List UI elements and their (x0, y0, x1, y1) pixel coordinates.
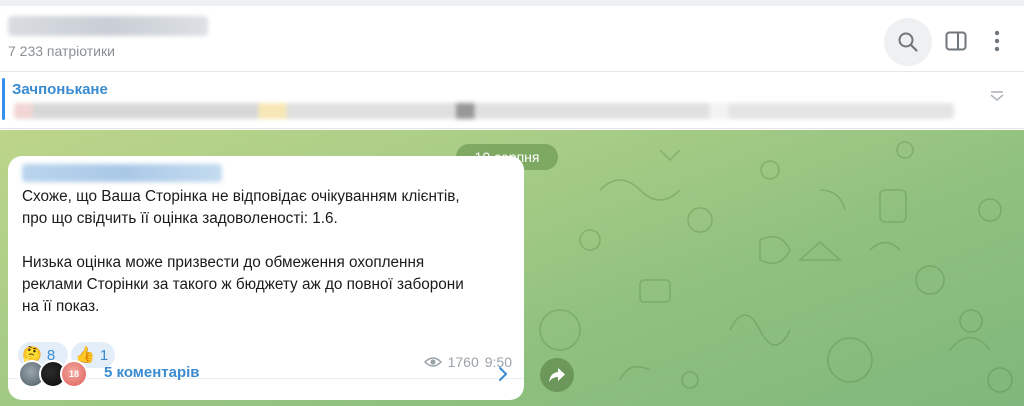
commenter-avatars: 18 (18, 360, 98, 388)
search-icon (898, 32, 918, 52)
pinned-preview (14, 103, 954, 119)
chat-header: 7 233 патріотики (0, 6, 1024, 72)
more-menu-button[interactable] (982, 24, 1012, 58)
subscriber-count: 7 233 патріотики (8, 43, 115, 59)
eye-icon (423, 357, 442, 367)
chevron-right-icon (499, 367, 508, 381)
chat-area: 10 серпня Схоже, що Ваша Сторінка не від… (0, 130, 1024, 406)
search-button[interactable] (884, 18, 932, 66)
channel-name[interactable] (8, 16, 208, 36)
avatar: 18 (60, 360, 88, 388)
pinned-indicator (2, 78, 5, 120)
message-author[interactable] (22, 164, 222, 182)
reaction-count: 1 (99, 346, 109, 364)
comments-button[interactable]: 18 5 коментарів (8, 360, 524, 400)
share-button[interactable] (540, 358, 574, 392)
message-text: Схоже, що Ваша Сторінка не відповідає оч… (22, 188, 464, 315)
side-panel-button[interactable] (939, 24, 973, 58)
message-bubble: Схоже, що Ваша Сторінка не відповідає оч… (8, 156, 524, 400)
pinned-list-icon[interactable] (988, 89, 1006, 107)
view-count: 1760 (447, 354, 479, 370)
side-panel-icon (945, 31, 967, 51)
pinned-title: Зачпонькане (12, 81, 108, 98)
comments-label: 5 коментарів (104, 364, 200, 381)
more-vertical-icon (994, 30, 1000, 52)
pinned-message-bar[interactable]: Зачпонькане (0, 73, 1024, 129)
share-icon (549, 368, 565, 382)
